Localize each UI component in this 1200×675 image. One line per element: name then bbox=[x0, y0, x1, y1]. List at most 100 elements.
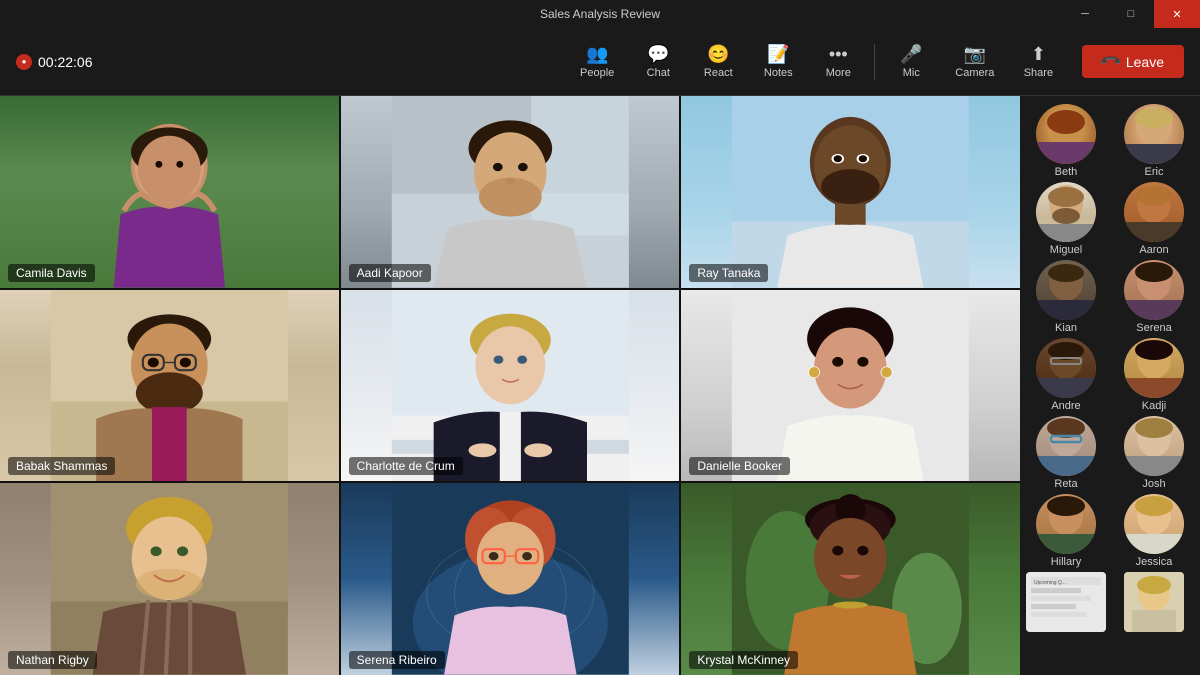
video-cell-krystal[interactable]: Krystal McKinney bbox=[681, 483, 1020, 675]
video-grid: Camila Davis bbox=[0, 96, 1020, 675]
sidebar-thumb-aaron[interactable]: Aaron bbox=[1112, 182, 1196, 256]
sidebar-thumb-serena[interactable]: Serena bbox=[1112, 260, 1196, 334]
video-cell-nathan[interactable]: Nathan Rigby bbox=[0, 483, 339, 675]
mic-button[interactable]: 🎤 Mic bbox=[883, 38, 939, 85]
maximize-button[interactable]: □ bbox=[1108, 0, 1154, 28]
avatar-aaron bbox=[1124, 182, 1184, 242]
nametag-charlotte: Charlotte de Crum bbox=[349, 457, 463, 475]
avatar-hillary bbox=[1036, 494, 1096, 554]
main-area: Camila Davis bbox=[0, 96, 1200, 675]
close-button[interactable]: ✕ bbox=[1154, 0, 1200, 28]
sidebar-thumb-miguel[interactable]: Miguel bbox=[1024, 182, 1108, 256]
people-label: People bbox=[580, 67, 614, 79]
participant-video-krystal bbox=[681, 483, 1020, 675]
sidebar-thumb-beth[interactable]: Beth bbox=[1024, 104, 1108, 178]
sidebar-thumb-eric[interactable]: Eric bbox=[1112, 104, 1196, 178]
share-button[interactable]: ⬆ Share bbox=[1010, 38, 1066, 85]
sidebar-name-serena: Serena bbox=[1136, 322, 1171, 334]
sidebar-thumb-reta[interactable]: Reta bbox=[1024, 416, 1108, 490]
nametag-danielle: Danielle Booker bbox=[689, 457, 790, 475]
video-cell-camila[interactable]: Camila Davis bbox=[0, 96, 339, 288]
avatar-beth bbox=[1036, 104, 1096, 164]
avatar-miguel bbox=[1036, 182, 1096, 242]
nametag-ray: Ray Tanaka bbox=[689, 264, 768, 282]
sidebar-row-4: Andre Kadji bbox=[1024, 338, 1196, 412]
avatar-josh bbox=[1124, 416, 1184, 476]
sidebar-row-6: Hillary Jessica bbox=[1024, 494, 1196, 568]
sidebar-thumb-andre[interactable]: Andre bbox=[1024, 338, 1108, 412]
more-button[interactable]: ••• More bbox=[810, 38, 866, 85]
titlebar: Sales Analysis Review ─ □ ✕ bbox=[0, 0, 1200, 28]
sidebar-row-1: Beth Eric bbox=[1024, 104, 1196, 178]
video-cell-charlotte[interactable]: Charlotte de Crum bbox=[341, 290, 680, 482]
sidebar-thumb-extra[interactable] bbox=[1112, 572, 1196, 632]
participant-video-ray bbox=[681, 96, 1020, 288]
mic-icon: 🎤 bbox=[900, 44, 922, 65]
mic-label: Mic bbox=[903, 67, 920, 79]
video-cell-ray[interactable]: Ray Tanaka bbox=[681, 96, 1020, 288]
svg-text:Upcoming Q...: Upcoming Q... bbox=[1034, 580, 1066, 586]
nametag-camila: Camila Davis bbox=[8, 264, 95, 282]
sidebar-thumb-hillary[interactable]: Hillary bbox=[1024, 494, 1108, 568]
toolbar: ● 00:22:06 👥 People 💬 Chat 😊 React 📝 Not… bbox=[0, 28, 1200, 96]
nametag-serena-rib: Serena Ribeiro bbox=[349, 651, 445, 669]
sidebar-row-2: Miguel Aaron bbox=[1024, 182, 1196, 256]
video-cell-aadi[interactable]: Aadi Kapoor bbox=[341, 96, 680, 288]
participant-video-charlotte bbox=[341, 290, 680, 482]
sidebar-name-kian: Kian bbox=[1055, 322, 1077, 334]
window-controls: ─ □ ✕ bbox=[1062, 0, 1200, 28]
minimize-button[interactable]: ─ bbox=[1062, 0, 1108, 28]
more-label: More bbox=[826, 67, 851, 79]
participant-video-danielle bbox=[681, 290, 1020, 482]
sidebar-name-miguel: Miguel bbox=[1050, 244, 1082, 256]
avatar-andre bbox=[1036, 338, 1096, 398]
sidebar-screen-share[interactable]: Upcoming Q... bbox=[1024, 572, 1108, 632]
sidebar-thumb-jessica[interactable]: Jessica bbox=[1112, 494, 1196, 568]
sidebar-name-reta: Reta bbox=[1054, 478, 1077, 490]
sidebar-thumb-josh[interactable]: Josh bbox=[1112, 416, 1196, 490]
sidebar-name-jessica: Jessica bbox=[1136, 556, 1173, 568]
react-label: React bbox=[704, 67, 733, 79]
chat-label: Chat bbox=[647, 67, 670, 79]
sidebar-name-eric: Eric bbox=[1145, 166, 1164, 178]
video-cell-babak[interactable]: Babak Shammas bbox=[0, 290, 339, 482]
avatar-serena bbox=[1124, 260, 1184, 320]
people-button[interactable]: 👥 People bbox=[568, 38, 626, 85]
video-cell-serena-rib[interactable]: Serena Ribeiro bbox=[341, 483, 680, 675]
participant-video-nathan bbox=[0, 483, 339, 675]
phone-icon: 📞 bbox=[1099, 49, 1123, 73]
sidebar-thumb-kadji[interactable]: Kadji bbox=[1112, 338, 1196, 412]
sidebar-row-5: Reta Josh bbox=[1024, 416, 1196, 490]
chat-button[interactable]: 💬 Chat bbox=[630, 38, 686, 85]
call-timer: ● 00:22:06 bbox=[16, 54, 93, 70]
camera-label: Camera bbox=[955, 67, 994, 79]
nametag-nathan: Nathan Rigby bbox=[8, 651, 97, 669]
video-cell-danielle[interactable]: Danielle Booker bbox=[681, 290, 1020, 482]
react-button[interactable]: 😊 React bbox=[690, 38, 746, 85]
camera-button[interactable]: 📷 Camera bbox=[943, 38, 1006, 85]
share-label: Share bbox=[1024, 67, 1053, 79]
nametag-aadi: Aadi Kapoor bbox=[349, 264, 431, 282]
sidebar-name-aaron: Aaron bbox=[1139, 244, 1168, 256]
chat-icon: 💬 bbox=[647, 44, 669, 65]
avatar-jessica bbox=[1124, 494, 1184, 554]
participant-video-camila bbox=[0, 96, 339, 288]
nametag-babak: Babak Shammas bbox=[8, 457, 115, 475]
window-title: Sales Analysis Review bbox=[540, 7, 660, 21]
participant-video-serena-rib bbox=[341, 483, 680, 675]
avatar-eric bbox=[1124, 104, 1184, 164]
camera-icon: 📷 bbox=[964, 44, 986, 65]
sidebar-name-josh: Josh bbox=[1142, 478, 1165, 490]
nametag-krystal: Krystal McKinney bbox=[689, 651, 798, 669]
participant-video-aadi bbox=[341, 96, 680, 288]
leave-button[interactable]: 📞 Leave bbox=[1082, 45, 1184, 78]
toolbar-separator bbox=[874, 44, 875, 80]
notes-button[interactable]: 📝 Notes bbox=[750, 38, 806, 85]
sidebar-thumb-kian[interactable]: Kian bbox=[1024, 260, 1108, 334]
leave-label: Leave bbox=[1126, 54, 1164, 70]
sidebar-name-beth: Beth bbox=[1055, 166, 1078, 178]
people-icon: 👥 bbox=[586, 44, 608, 65]
nav-icons: 👥 People 💬 Chat 😊 React 📝 Notes ••• More… bbox=[568, 38, 1066, 85]
screen-content: Upcoming Q... bbox=[1026, 572, 1106, 632]
participant-video-babak bbox=[0, 290, 339, 482]
